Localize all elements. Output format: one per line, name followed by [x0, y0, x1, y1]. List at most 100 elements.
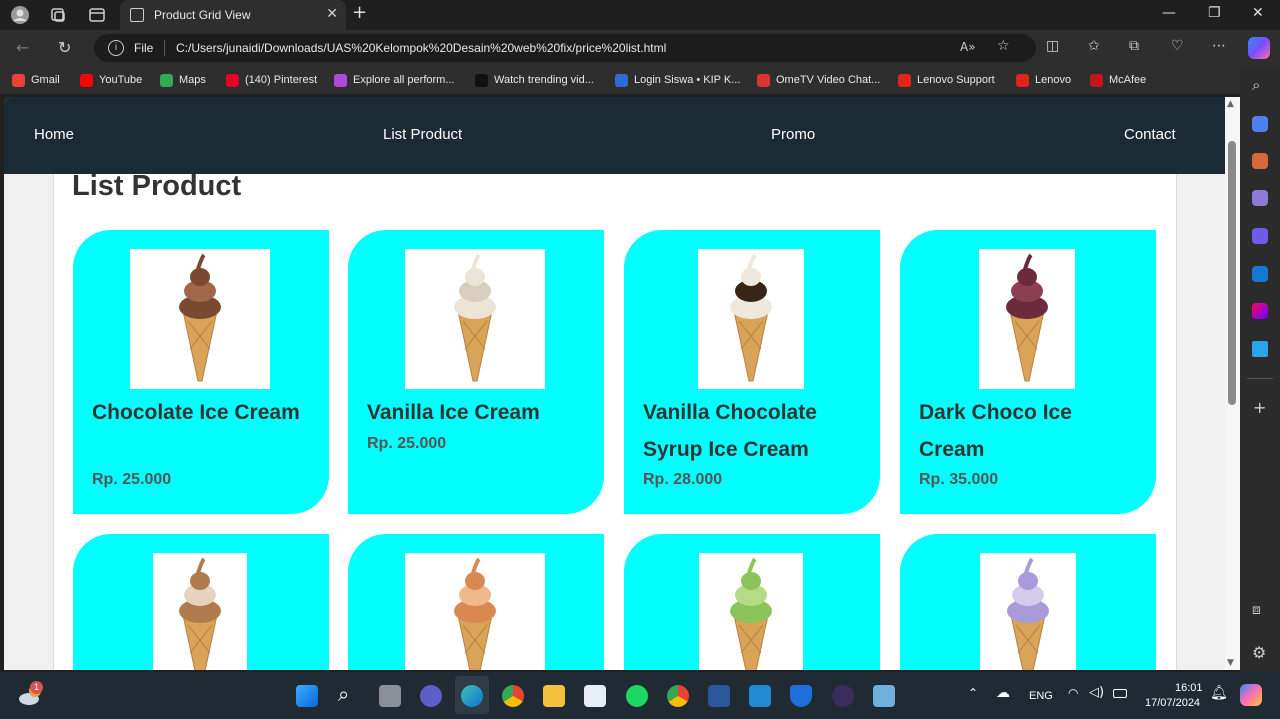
designer-icon[interactable] [1252, 303, 1268, 319]
clock-time[interactable]: 16:01 [1175, 682, 1203, 694]
edge-browser-icon[interactable] [461, 685, 483, 707]
tools-briefcase-icon[interactable] [1252, 153, 1268, 169]
nav-list-product-link[interactable]: List Product [383, 126, 462, 143]
address-bar[interactable]: i File C:/Users/junaidi/Downloads/UAS%20… [94, 34, 1036, 62]
battery-icon[interactable] [1113, 689, 1127, 698]
copilot-icon[interactable] [1248, 37, 1270, 59]
sidebar-settings-gear-icon[interactable]: ⚙ [1252, 643, 1266, 662]
clock-date[interactable]: 17/07/2024 [1145, 697, 1200, 709]
copilot-taskbar-icon[interactable] [1240, 684, 1262, 706]
split-screen-icon[interactable]: ◫ [1046, 38, 1059, 54]
microsoft-store-icon[interactable] [584, 685, 606, 707]
page-title: List Product [72, 170, 242, 202]
bookmark-item[interactable]: Explore all perform... [334, 73, 454, 87]
tab-product-grid-view[interactable]: Product Grid View ✕ [120, 0, 346, 30]
bookmark-item[interactable]: Watch trending vid... [475, 73, 594, 87]
product-name: Dark Choco Ice Cream [919, 401, 1072, 461]
scrollbar-thumb[interactable] [1228, 141, 1236, 405]
favorites-icon[interactable]: ✩ [1088, 38, 1100, 54]
browser-essentials-icon[interactable]: ♡ [1171, 38, 1184, 54]
bookmark-label: Lenovo [1035, 74, 1072, 86]
product-card[interactable]: Vanilla Chocolate Syrup Ice Cream Rp. 28.… [624, 230, 880, 514]
screenshot-icon[interactable]: ⧈ [1252, 602, 1261, 618]
scroll-down-arrow-icon[interactable]: ▼ [1227, 658, 1234, 668]
workspaces-icon[interactable] [47, 5, 69, 25]
volume-icon[interactable]: ◁) [1089, 685, 1104, 700]
bookmark-item[interactable]: Login Siswa • KIP K... [615, 73, 740, 87]
bookmark-favicon-icon [1016, 73, 1029, 87]
close-tab-icon[interactable]: ✕ [326, 6, 338, 22]
chrome-profile-icon[interactable] [667, 685, 689, 707]
bookmark-item[interactable]: McAfee [1090, 73, 1146, 87]
minimize-button[interactable]: — [1162, 5, 1176, 21]
refresh-icon[interactable]: ↻ [58, 38, 71, 57]
browser-title-bar: Product Grid View ✕ + — ❐ ✕ [0, 0, 1280, 30]
bookmark-item[interactable]: Gmail [12, 73, 60, 87]
defender-shield-icon[interactable] [790, 685, 812, 707]
spotify-icon[interactable] [626, 685, 648, 707]
bookmark-item[interactable]: Maps [160, 73, 206, 87]
new-tab-button[interactable]: + [352, 2, 367, 23]
language-indicator[interactable]: ENG [1029, 690, 1053, 702]
ice-cream-cone-icon [1006, 253, 1048, 382]
windows-taskbar: 1 ⌕ ⌃ ☁ ENG ◠ ◁) 16:01 17/07/2024 🔔︎ [0, 672, 1280, 719]
bookmark-item[interactable]: (140) Pinterest [226, 73, 317, 87]
sidebar-divider [1247, 378, 1273, 379]
close-window-button[interactable]: ✕ [1252, 5, 1264, 21]
scroll-up-arrow-icon[interactable]: ▲ [1227, 99, 1234, 109]
windows-start-icon[interactable] [296, 685, 318, 707]
info-icon[interactable]: i [108, 40, 124, 56]
product-card[interactable] [348, 534, 604, 670]
add-sidebar-app-icon[interactable]: + [1253, 398, 1266, 417]
word-icon[interactable] [708, 685, 730, 707]
favorite-star-icon[interactable]: ☆ [997, 38, 1010, 54]
product-card[interactable]: Chocolate Ice Cream Rp. 25.000 [73, 230, 329, 514]
nav-contact-link[interactable]: Contact [1124, 126, 1176, 143]
file-explorer-icon[interactable] [543, 685, 565, 707]
bookmark-item[interactable]: Lenovo Support [898, 73, 995, 87]
url-text[interactable]: C:/Users/junaidi/Downloads/UAS%20Kelompo… [176, 41, 666, 55]
product-card[interactable] [73, 534, 329, 670]
game-app-icon[interactable] [832, 685, 854, 707]
collections-icon[interactable]: ⧉ [1129, 38, 1139, 54]
more-menu-icon[interactable]: ⋯ [1212, 38, 1226, 54]
outlook-icon[interactable] [1252, 266, 1268, 282]
back-icon[interactable]: ← [16, 38, 29, 57]
bookmark-item[interactable]: Lenovo [1016, 73, 1071, 87]
teams-chat-icon[interactable] [420, 685, 442, 707]
notification-bell-icon[interactable]: 🔔︎ [1210, 685, 1228, 701]
nav-promo-link[interactable]: Promo [771, 126, 815, 143]
product-card[interactable] [624, 534, 880, 670]
bookmark-label: YouTube [99, 74, 143, 86]
nav-home-link[interactable]: Home [34, 126, 74, 143]
task-view-icon[interactable] [379, 685, 401, 707]
bookmark-label: Login Siswa • KIP K... [634, 74, 741, 86]
games-icon[interactable] [1252, 190, 1268, 206]
shopping-tag-icon[interactable] [1252, 116, 1268, 132]
wifi-icon[interactable]: ◠ [1068, 686, 1078, 700]
send-icon[interactable] [1252, 341, 1268, 357]
bookmark-item[interactable]: YouTube [80, 73, 142, 87]
product-card[interactable]: Vanilla Ice Cream Rp. 25.000 [348, 230, 604, 514]
onedrive-cloud-icon[interactable]: ☁ [996, 685, 1010, 701]
bookmark-favicon-icon [615, 73, 628, 87]
taskbar-search-icon[interactable]: ⌕ [338, 682, 349, 706]
tab-actions-icon[interactable] [86, 5, 108, 25]
sidebar-search-icon[interactable]: ⌕ [1252, 76, 1260, 94]
file-protocol-label: File [134, 41, 154, 55]
product-image [405, 249, 545, 389]
page-scrollbar[interactable]: ▲ ▼ [1225, 97, 1240, 670]
display-settings-icon[interactable] [873, 685, 895, 707]
bookmark-favicon-icon [160, 73, 173, 87]
bookmark-label: Gmail [31, 74, 60, 86]
product-card[interactable] [900, 534, 1156, 670]
maximize-button[interactable]: ❐ [1208, 5, 1221, 21]
chrome-icon[interactable] [502, 685, 524, 707]
show-hidden-icons-chevron-icon[interactable]: ⌃ [968, 686, 978, 700]
profile-icon[interactable] [9, 5, 31, 25]
read-aloud-icon[interactable]: A» [960, 40, 976, 54]
product-card[interactable]: Dark Choco Ice Cream Rp. 35.000 [900, 230, 1156, 514]
copilot-sidebar-icon[interactable] [1252, 228, 1268, 244]
vscode-icon[interactable] [749, 685, 771, 707]
bookmark-item[interactable]: OmeTV Video Chat... [757, 73, 880, 87]
